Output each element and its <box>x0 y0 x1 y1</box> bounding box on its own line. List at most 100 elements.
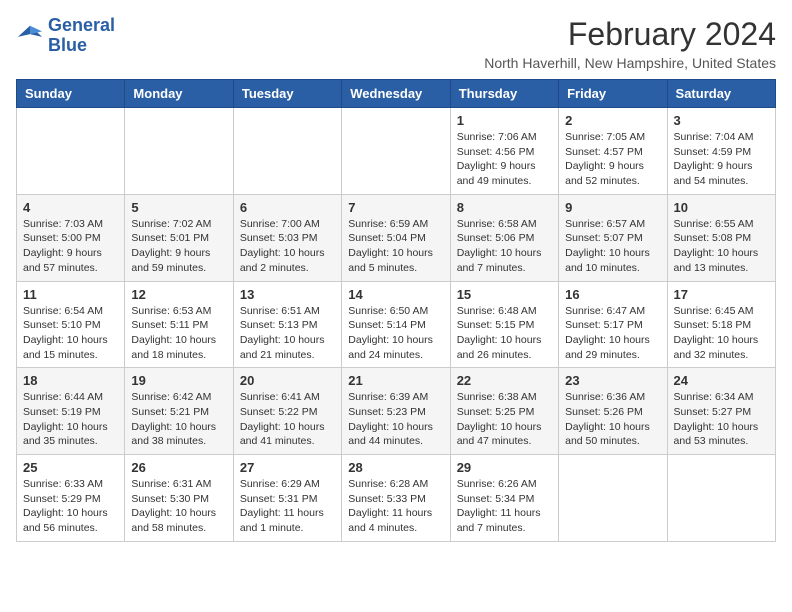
calendar-cell: 4 Sunrise: 7:03 AM Sunset: 5:00 PM Daylig… <box>17 194 125 281</box>
calendar-cell: 5 Sunrise: 7:02 AM Sunset: 5:01 PM Daylig… <box>125 194 233 281</box>
day-info: Sunrise: 7:00 AM Sunset: 5:03 PM Dayligh… <box>240 217 335 276</box>
day-info: Sunrise: 6:29 AM Sunset: 5:31 PM Dayligh… <box>240 477 335 536</box>
day-info: Sunrise: 6:26 AM Sunset: 5:34 PM Dayligh… <box>457 477 552 536</box>
title-area: February 2024 North Haverhill, New Hamps… <box>484 16 776 71</box>
day-info: Sunrise: 7:06 AM Sunset: 4:56 PM Dayligh… <box>457 130 552 189</box>
calendar-cell: 25 Sunrise: 6:33 AM Sunset: 5:29 PM Dayli… <box>17 455 125 542</box>
day-info: Sunrise: 6:47 AM Sunset: 5:17 PM Dayligh… <box>565 304 660 363</box>
day-number: 4 <box>23 200 118 215</box>
day-info: Sunrise: 6:42 AM Sunset: 5:21 PM Dayligh… <box>131 390 226 449</box>
day-number: 22 <box>457 373 552 388</box>
day-number: 25 <box>23 460 118 475</box>
day-info: Sunrise: 6:53 AM Sunset: 5:11 PM Dayligh… <box>131 304 226 363</box>
day-number: 7 <box>348 200 443 215</box>
calendar-cell: 11 Sunrise: 6:54 AM Sunset: 5:10 PM Dayli… <box>17 281 125 368</box>
weekday-header-row: SundayMondayTuesdayWednesdayThursdayFrid… <box>17 80 776 108</box>
day-info: Sunrise: 6:28 AM Sunset: 5:33 PM Dayligh… <box>348 477 443 536</box>
day-number: 13 <box>240 287 335 302</box>
weekday-header: Thursday <box>450 80 558 108</box>
day-info: Sunrise: 6:55 AM Sunset: 5:08 PM Dayligh… <box>674 217 769 276</box>
weekday-header: Tuesday <box>233 80 341 108</box>
day-info: Sunrise: 7:03 AM Sunset: 5:00 PM Dayligh… <box>23 217 118 276</box>
weekday-header: Saturday <box>667 80 775 108</box>
day-info: Sunrise: 6:44 AM Sunset: 5:19 PM Dayligh… <box>23 390 118 449</box>
day-number: 3 <box>674 113 769 128</box>
day-number: 18 <box>23 373 118 388</box>
day-number: 5 <box>131 200 226 215</box>
day-number: 6 <box>240 200 335 215</box>
calendar-cell: 19 Sunrise: 6:42 AM Sunset: 5:21 PM Dayli… <box>125 368 233 455</box>
logo-text: General Blue <box>48 16 115 56</box>
day-number: 15 <box>457 287 552 302</box>
calendar-cell: 14 Sunrise: 6:50 AM Sunset: 5:14 PM Dayli… <box>342 281 450 368</box>
calendar-cell: 18 Sunrise: 6:44 AM Sunset: 5:19 PM Dayli… <box>17 368 125 455</box>
day-number: 27 <box>240 460 335 475</box>
day-info: Sunrise: 6:34 AM Sunset: 5:27 PM Dayligh… <box>674 390 769 449</box>
calendar-cell: 3 Sunrise: 7:04 AM Sunset: 4:59 PM Daylig… <box>667 108 775 195</box>
month-title: February 2024 <box>484 16 776 53</box>
calendar-cell <box>17 108 125 195</box>
day-info: Sunrise: 6:45 AM Sunset: 5:18 PM Dayligh… <box>674 304 769 363</box>
day-info: Sunrise: 6:54 AM Sunset: 5:10 PM Dayligh… <box>23 304 118 363</box>
day-info: Sunrise: 6:41 AM Sunset: 5:22 PM Dayligh… <box>240 390 335 449</box>
day-info: Sunrise: 6:50 AM Sunset: 5:14 PM Dayligh… <box>348 304 443 363</box>
calendar-cell: 15 Sunrise: 6:48 AM Sunset: 5:15 PM Dayli… <box>450 281 558 368</box>
day-number: 29 <box>457 460 552 475</box>
calendar-week-row: 1Sunrise: 7:06 AM Sunset: 4:56 PM Daylig… <box>17 108 776 195</box>
logo-icon <box>16 22 44 50</box>
day-info: Sunrise: 6:48 AM Sunset: 5:15 PM Dayligh… <box>457 304 552 363</box>
day-info: Sunrise: 6:33 AM Sunset: 5:29 PM Dayligh… <box>23 477 118 536</box>
calendar-cell: 17 Sunrise: 6:45 AM Sunset: 5:18 PM Dayli… <box>667 281 775 368</box>
day-info: Sunrise: 6:58 AM Sunset: 5:06 PM Dayligh… <box>457 217 552 276</box>
day-number: 10 <box>674 200 769 215</box>
calendar-cell: 29 Sunrise: 6:26 AM Sunset: 5:34 PM Dayli… <box>450 455 558 542</box>
location: North Haverhill, New Hampshire, United S… <box>484 55 776 71</box>
day-number: 12 <box>131 287 226 302</box>
calendar: SundayMondayTuesdayWednesdayThursdayFrid… <box>16 79 776 542</box>
calendar-week-row: 25 Sunrise: 6:33 AM Sunset: 5:29 PM Dayli… <box>17 455 776 542</box>
day-info: Sunrise: 6:31 AM Sunset: 5:30 PM Dayligh… <box>131 477 226 536</box>
day-number: 11 <box>23 287 118 302</box>
calendar-week-row: 18 Sunrise: 6:44 AM Sunset: 5:19 PM Dayli… <box>17 368 776 455</box>
day-number: 2 <box>565 113 660 128</box>
weekday-header: Friday <box>559 80 667 108</box>
calendar-cell: 27 Sunrise: 6:29 AM Sunset: 5:31 PM Dayli… <box>233 455 341 542</box>
calendar-cell: 10 Sunrise: 6:55 AM Sunset: 5:08 PM Dayli… <box>667 194 775 281</box>
day-info: Sunrise: 6:51 AM Sunset: 5:13 PM Dayligh… <box>240 304 335 363</box>
weekday-header: Monday <box>125 80 233 108</box>
calendar-cell: 23 Sunrise: 6:36 AM Sunset: 5:26 PM Dayli… <box>559 368 667 455</box>
day-info: Sunrise: 7:05 AM Sunset: 4:57 PM Dayligh… <box>565 130 660 189</box>
day-number: 26 <box>131 460 226 475</box>
day-number: 17 <box>674 287 769 302</box>
calendar-cell: 28Sunrise: 6:28 AM Sunset: 5:33 PM Dayli… <box>342 455 450 542</box>
day-number: 14 <box>348 287 443 302</box>
day-info: Sunrise: 6:36 AM Sunset: 5:26 PM Dayligh… <box>565 390 660 449</box>
logo: General Blue <box>16 16 115 56</box>
day-number: 19 <box>131 373 226 388</box>
calendar-week-row: 11 Sunrise: 6:54 AM Sunset: 5:10 PM Dayli… <box>17 281 776 368</box>
calendar-cell <box>667 455 775 542</box>
calendar-cell: 12 Sunrise: 6:53 AM Sunset: 5:11 PM Dayli… <box>125 281 233 368</box>
calendar-cell: 26 Sunrise: 6:31 AM Sunset: 5:30 PM Dayli… <box>125 455 233 542</box>
day-info: Sunrise: 6:59 AM Sunset: 5:04 PM Dayligh… <box>348 217 443 276</box>
day-info: Sunrise: 7:02 AM Sunset: 5:01 PM Dayligh… <box>131 217 226 276</box>
calendar-cell: 21 Sunrise: 6:39 AM Sunset: 5:23 PM Dayli… <box>342 368 450 455</box>
day-info: Sunrise: 6:57 AM Sunset: 5:07 PM Dayligh… <box>565 217 660 276</box>
day-info: Sunrise: 6:39 AM Sunset: 5:23 PM Dayligh… <box>348 390 443 449</box>
calendar-cell: 20 Sunrise: 6:41 AM Sunset: 5:22 PM Dayli… <box>233 368 341 455</box>
calendar-cell <box>559 455 667 542</box>
day-info: Sunrise: 7:04 AM Sunset: 4:59 PM Dayligh… <box>674 130 769 189</box>
calendar-cell: 1Sunrise: 7:06 AM Sunset: 4:56 PM Daylig… <box>450 108 558 195</box>
day-number: 20 <box>240 373 335 388</box>
calendar-cell <box>125 108 233 195</box>
calendar-cell: 13 Sunrise: 6:51 AM Sunset: 5:13 PM Dayli… <box>233 281 341 368</box>
day-number: 8 <box>457 200 552 215</box>
day-number: 21 <box>348 373 443 388</box>
day-info: Sunrise: 6:38 AM Sunset: 5:25 PM Dayligh… <box>457 390 552 449</box>
calendar-cell: 9Sunrise: 6:57 AM Sunset: 5:07 PM Daylig… <box>559 194 667 281</box>
day-number: 23 <box>565 373 660 388</box>
calendar-cell: 24Sunrise: 6:34 AM Sunset: 5:27 PM Dayli… <box>667 368 775 455</box>
calendar-cell <box>233 108 341 195</box>
calendar-cell: 22 Sunrise: 6:38 AM Sunset: 5:25 PM Dayli… <box>450 368 558 455</box>
calendar-cell: 7 Sunrise: 6:59 AM Sunset: 5:04 PM Daylig… <box>342 194 450 281</box>
